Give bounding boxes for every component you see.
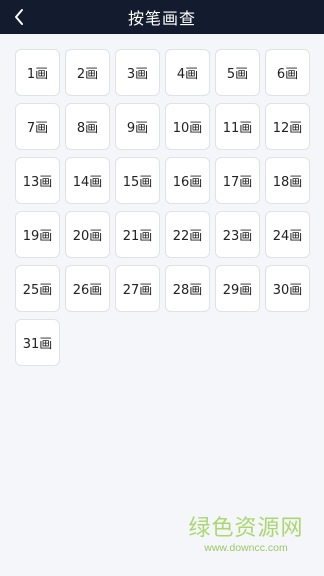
stroke-button[interactable]: 31画 bbox=[15, 319, 60, 366]
stroke-button[interactable]: 12画 bbox=[265, 103, 310, 150]
app-screen: 按笔画查 1画 2画 3画 4画 5画 6画 7画 8画 9画 10画 11画 12画 13画 14画 15… bbox=[0, 0, 324, 576]
stroke-button[interactable]: 19画 bbox=[15, 211, 60, 258]
stroke-button[interactable]: 11画 bbox=[215, 103, 260, 150]
stroke-button[interactable]: 24画 bbox=[265, 211, 310, 258]
chevron-left-icon bbox=[15, 9, 23, 25]
stroke-button[interactable]: 27画 bbox=[115, 265, 160, 312]
header-bar: 按笔画查 bbox=[0, 0, 324, 34]
watermark-url: www.downcc.com bbox=[204, 542, 288, 554]
stroke-button[interactable]: 9画 bbox=[115, 103, 160, 150]
stroke-button[interactable]: 15画 bbox=[115, 157, 160, 204]
stroke-button[interactable]: 23画 bbox=[215, 211, 260, 258]
stroke-button[interactable]: 22画 bbox=[165, 211, 210, 258]
stroke-button[interactable]: 13画 bbox=[15, 157, 60, 204]
watermark-text: 绿色资源网 bbox=[188, 516, 304, 541]
stroke-button[interactable]: 5画 bbox=[215, 49, 260, 96]
stroke-button[interactable]: 25画 bbox=[15, 265, 60, 312]
stroke-button[interactable]: 14画 bbox=[65, 157, 110, 204]
stroke-button[interactable]: 10画 bbox=[165, 103, 210, 150]
stroke-button[interactable]: 16画 bbox=[165, 157, 210, 204]
stroke-button[interactable]: 28画 bbox=[165, 265, 210, 312]
stroke-button[interactable]: 21画 bbox=[115, 211, 160, 258]
stroke-button[interactable]: 20画 bbox=[65, 211, 110, 258]
back-button[interactable] bbox=[4, 0, 34, 34]
stroke-button[interactable]: 1画 bbox=[15, 49, 60, 96]
stroke-button[interactable]: 30画 bbox=[265, 265, 310, 312]
stroke-button[interactable]: 6画 bbox=[265, 49, 310, 96]
stroke-button[interactable]: 26画 bbox=[65, 265, 110, 312]
stroke-count-grid: 1画 2画 3画 4画 5画 6画 7画 8画 9画 10画 11画 12画 13画 14画 15画 16画 1… bbox=[15, 49, 315, 366]
stroke-button[interactable]: 18画 bbox=[265, 157, 310, 204]
stroke-button[interactable]: 2画 bbox=[65, 49, 110, 96]
stroke-button[interactable]: 8画 bbox=[65, 103, 110, 150]
stroke-button[interactable]: 29画 bbox=[215, 265, 260, 312]
stroke-button[interactable]: 17画 bbox=[215, 157, 260, 204]
page-title: 按笔画查 bbox=[127, 9, 196, 28]
watermark: 绿色资源网 www.downcc.com bbox=[186, 518, 306, 554]
stroke-button[interactable]: 4画 bbox=[165, 49, 210, 96]
stroke-button[interactable]: 7画 bbox=[15, 103, 60, 150]
stroke-button[interactable]: 3画 bbox=[115, 49, 160, 96]
